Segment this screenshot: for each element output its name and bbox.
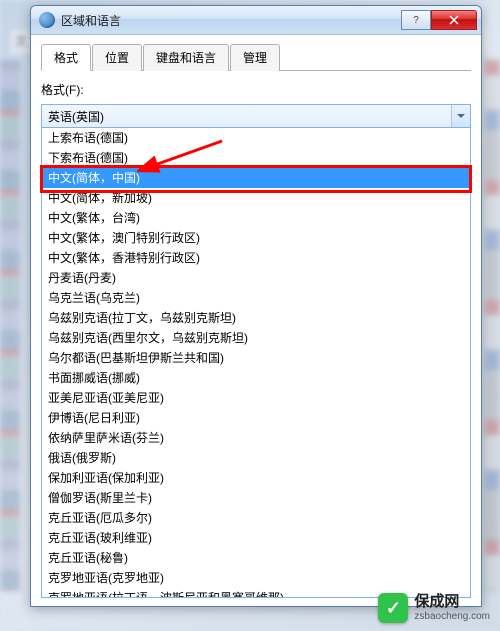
format-option[interactable]: 乌尔都语(巴基斯坦伊斯兰共和国) <box>42 348 470 368</box>
format-listbox[interactable]: 上索布语(德国)下索布语(德国)中文(简体，中国)中文(简体，新加坡)中文(繁体… <box>41 128 471 598</box>
close-button[interactable] <box>431 10 477 30</box>
close-icon <box>449 15 459 25</box>
format-option[interactable]: 伊博语(尼日利亚) <box>42 408 470 428</box>
format-option[interactable]: 依纳萨里萨米语(芬兰) <box>42 428 470 448</box>
globe-icon <box>39 12 55 28</box>
format-option[interactable]: 中文(繁体，香港特别行政区) <box>42 248 470 268</box>
watermark-url: zsbaocheng.com <box>414 611 490 622</box>
format-option[interactable]: 中文(简体，新加坡) <box>42 188 470 208</box>
format-option[interactable]: 中文(繁体，澳门特别行政区) <box>42 228 470 248</box>
dialog-title: 区域和语言 <box>61 12 401 29</box>
format-option[interactable]: 克丘亚语(厄瓜多尔) <box>42 508 470 528</box>
format-option[interactable]: 中文(繁体，台湾) <box>42 208 470 228</box>
format-combobox-value: 英语(英国) <box>48 108 104 125</box>
format-option[interactable]: 克丘亚语(秘鲁) <box>42 548 470 568</box>
tab-1[interactable]: 位置 <box>92 44 142 71</box>
watermark: ✓ 保成网 zsbaocheng.com <box>378 593 490 623</box>
format-combobox[interactable]: 英语(英国) <box>41 104 471 128</box>
titlebar: 区域和语言 ? <box>31 6 481 35</box>
format-option[interactable]: 保加利亚语(保加利亚) <box>42 468 470 488</box>
format-option[interactable]: 僧伽罗语(斯里兰卡) <box>42 488 470 508</box>
format-option[interactable]: 乌克兰语(乌克兰) <box>42 288 470 308</box>
format-option[interactable]: 下索布语(德国) <box>42 148 470 168</box>
watermark-badge-icon: ✓ <box>378 593 408 623</box>
chevron-down-icon[interactable] <box>451 105 470 127</box>
format-option[interactable]: 亚美尼亚语(亚美尼亚) <box>42 388 470 408</box>
format-option[interactable]: 上索布语(德国) <box>42 128 470 148</box>
format-option[interactable]: 丹麦语(丹麦) <box>42 268 470 288</box>
tab-bar: 格式位置键盘和语言管理 <box>41 43 471 71</box>
region-language-dialog: 区域和语言 ? 格式位置键盘和语言管理 格式(F): 英语(英国) 上索布语(德… <box>30 5 482 607</box>
format-option[interactable]: 乌兹别克语(西里尔文，乌兹别克斯坦) <box>42 328 470 348</box>
format-option[interactable]: 中文(简体，中国) <box>42 168 470 188</box>
format-option[interactable]: 俄语(俄罗斯) <box>42 448 470 468</box>
format-option[interactable]: 书面挪威语(挪威) <box>42 368 470 388</box>
format-option[interactable]: 克罗地亚语(克罗地亚) <box>42 568 470 588</box>
tab-0[interactable]: 格式 <box>41 44 91 71</box>
help-button[interactable]: ? <box>401 10 431 30</box>
watermark-name: 保成网 <box>414 594 490 611</box>
format-field-label: 格式(F): <box>41 81 471 98</box>
tab-2[interactable]: 键盘和语言 <box>143 44 229 71</box>
format-option[interactable]: 克丘亚语(玻利维亚) <box>42 528 470 548</box>
format-option[interactable]: 乌兹别克语(拉丁文，乌兹别克斯坦) <box>42 308 470 328</box>
tab-3[interactable]: 管理 <box>230 44 280 71</box>
